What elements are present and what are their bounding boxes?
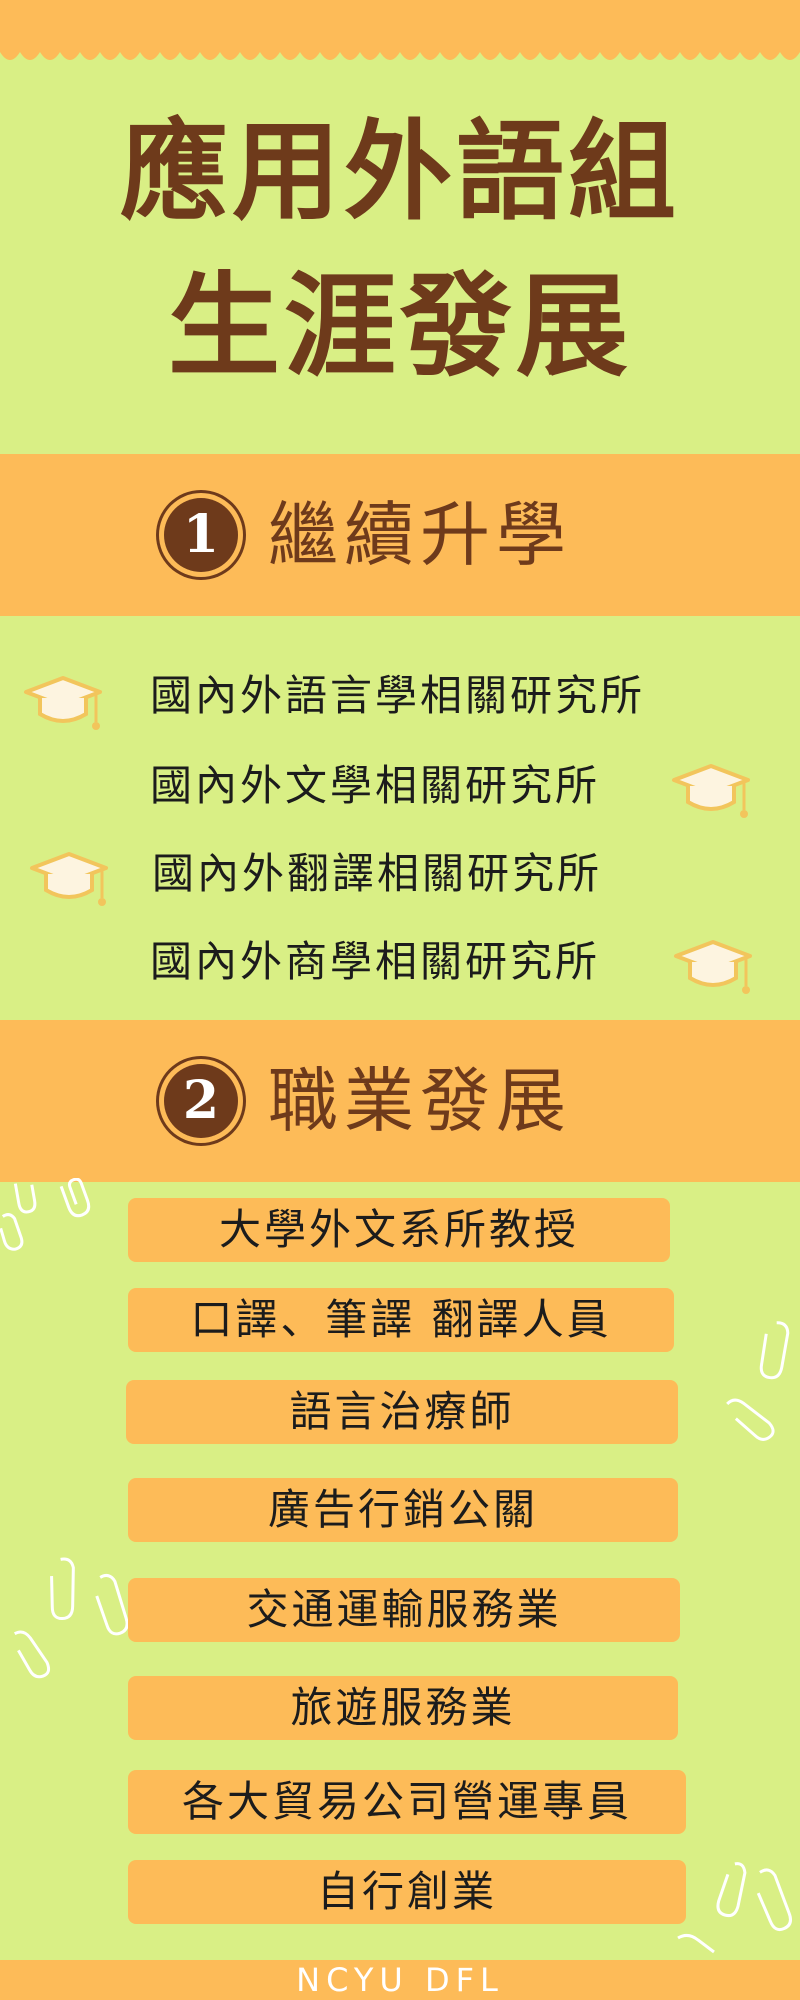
poster-title-line1: 應用外語組 <box>119 110 680 235</box>
section1-title: 繼續升學 <box>268 494 572 576</box>
career-item-transport: 交通運輸服務業 <box>128 1578 680 1642</box>
graduation-cap-icon <box>30 852 108 906</box>
paperclip-icon <box>726 1321 790 1441</box>
study-item-translation: 國內外翻譯相關研究所 <box>152 849 603 898</box>
section2-header: 2 職業發展 <box>0 1020 800 1182</box>
career-item-speech-therapist: 語言治療師 <box>126 1380 678 1444</box>
graduation-cap-icon <box>672 764 750 818</box>
top-scallop-border <box>0 52 800 60</box>
study-item-linguistics: 國內外語言學相關研究所 <box>150 671 646 720</box>
paperclip-icon <box>677 1862 792 1954</box>
section1-number-badge: 1 <box>164 498 238 572</box>
graduation-cap-icon <box>24 676 102 730</box>
study-item-business: 國內外商學相關研究所 <box>150 937 601 986</box>
paperclip-icon <box>0 1178 91 1251</box>
section2-number-badge: 2 <box>164 1064 238 1138</box>
study-item-literature: 國內外文學相關研究所 <box>150 761 601 810</box>
paperclip-icon <box>13 1557 129 1679</box>
career-item-advertising: 廣告行銷公關 <box>128 1478 678 1542</box>
career-item-entrepreneur: 自行創業 <box>128 1860 686 1924</box>
career-item-professor: 大學外文系所教授 <box>128 1198 670 1262</box>
footer-text: NCYU DFL <box>296 1961 504 1999</box>
section2-title: 職業發展 <box>268 1060 572 1142</box>
top-band <box>0 0 800 52</box>
career-item-tourism: 旅遊服務業 <box>128 1676 678 1740</box>
career-item-interpreter: 口譯、筆譯 翻譯人員 <box>128 1288 674 1352</box>
career-item-trade: 各大貿易公司營運專員 <box>128 1770 686 1834</box>
section1-header: 1 繼續升學 <box>0 454 800 616</box>
poster-title-line2: 生涯發展 <box>168 262 632 392</box>
graduation-cap-icon <box>674 940 752 994</box>
